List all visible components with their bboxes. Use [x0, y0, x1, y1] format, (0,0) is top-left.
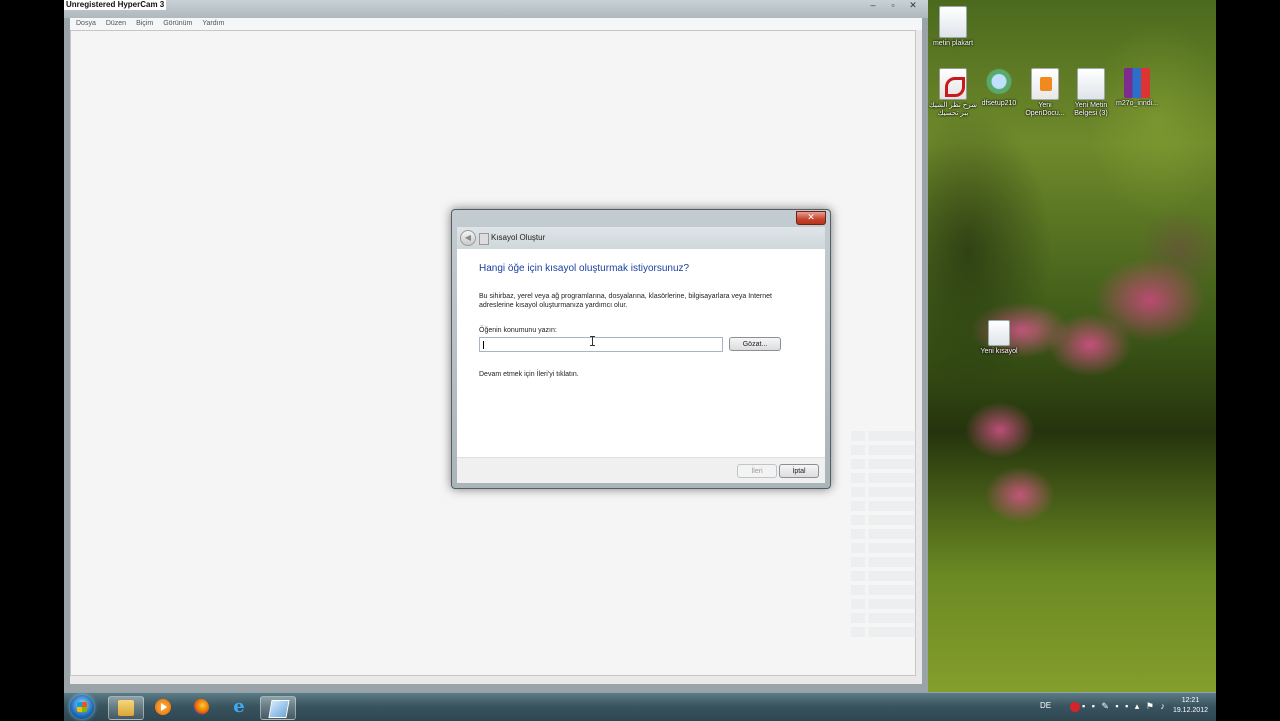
- menu-edit[interactable]: Düzen: [106, 18, 126, 30]
- text-document-icon: [1077, 68, 1105, 100]
- tray-icons[interactable]: ▪ ▪ ✎ ▪ ▪ ▴ ⚑ ♪: [1070, 701, 1167, 712]
- continue-hint: Devam etmek için İleri'yi tıklatın.: [479, 371, 579, 378]
- text-cursor-icon: [590, 336, 596, 346]
- desktop: metin plakart شرح نظر الشيك ببر تحسيك df…: [928, 0, 1216, 720]
- close-button[interactable]: ✕: [904, 0, 922, 12]
- desktop-icon-label: metin plakart: [932, 40, 974, 47]
- clock-time: 12:21: [1181, 697, 1200, 704]
- dialog-close-button[interactable]: ✕: [796, 211, 826, 225]
- horizontal-scrollbar[interactable]: [70, 676, 922, 684]
- shortcut-icon: [479, 233, 489, 245]
- system-tray: DE ▪ ▪ ✎ ▪ ▪ ▴ ⚑ ♪ 12:21 19.12.2012: [1040, 693, 1216, 721]
- taskbar-firefox[interactable]: [184, 696, 218, 718]
- dialog-description: Bu sihirbaz, yerel veya ağ programlarına…: [479, 293, 772, 309]
- opendocument-icon: [1031, 68, 1059, 100]
- desktop-icon-label: Yeni OpenDocu...: [1025, 102, 1065, 117]
- desktop-icon[interactable]: m27o_inndi...: [1112, 68, 1162, 108]
- folder-icon: [118, 700, 134, 716]
- next-button[interactable]: İleri: [737, 464, 777, 478]
- browse-button[interactable]: Gözat...: [729, 337, 781, 351]
- desktop-icon[interactable]: Yeni kısayol: [974, 320, 1024, 356]
- desktop-icon[interactable]: dfsetup210: [974, 68, 1024, 108]
- location-label: Öğenin konumunu yazın:: [479, 327, 557, 334]
- shortcut-icon: [988, 320, 1010, 346]
- back-arrow-icon[interactable]: ◀: [460, 230, 476, 246]
- menu-view[interactable]: Görünüm: [163, 18, 192, 30]
- taskbar: e DE ▪ ▪ ✎ ▪ ▪ ▴ ⚑ ♪ 12:21 19.12.2012: [64, 692, 1216, 721]
- dialog-title: Kısayol Oluştur: [491, 233, 546, 242]
- desktop-icon-label: m27o_inndi...: [1115, 100, 1159, 107]
- taskbar-explorer[interactable]: [108, 696, 144, 720]
- clock-date: 19.12.2012: [1172, 707, 1208, 714]
- desktop-icon-label: شرح نظر الشيك ببر تحسيك: [928, 102, 978, 117]
- ghost-overlay: [851, 431, 921, 641]
- desktop-icon-label: Yeni Metin Belgesi (3): [1074, 102, 1108, 117]
- dialog-body: Hangi öğe için kısayol oluşturmak istiyo…: [457, 249, 825, 457]
- record-icon[interactable]: [1070, 701, 1080, 712]
- taskbar-media-player[interactable]: [146, 696, 180, 718]
- media-player-icon: [155, 699, 171, 715]
- desktop-icon-label: dfsetup210: [981, 100, 1017, 107]
- document-icon: [939, 6, 967, 38]
- create-shortcut-dialog: ✕ ◀ Kısayol Oluştur Hangi öğe için kısay…: [451, 209, 831, 489]
- firefox-icon: [193, 699, 209, 715]
- dialog-heading: Hangi öğe için kısayol oluşturmak istiyo…: [479, 263, 690, 274]
- installer-icon: [986, 68, 1012, 98]
- taskbar-ie[interactable]: e: [222, 696, 256, 718]
- dialog-footer: İleri İptal: [457, 457, 825, 483]
- dialog-header: ◀ Kısayol Oluştur: [457, 227, 825, 249]
- window-icon: [268, 700, 290, 718]
- start-button[interactable]: [70, 695, 94, 719]
- menu-help[interactable]: Yardım: [202, 18, 224, 30]
- pdf-icon: [939, 68, 967, 100]
- menu-file[interactable]: Dosya: [76, 18, 96, 30]
- clock[interactable]: 12:21 19.12.2012: [1173, 696, 1208, 716]
- maximize-button[interactable]: ▫: [884, 0, 902, 12]
- desktop-icon[interactable]: metin plakart: [928, 6, 978, 48]
- location-input[interactable]: [479, 337, 723, 352]
- ie-icon: e: [233, 696, 245, 717]
- recorder-watermark: Unregistered HyperCam 3: [64, 0, 167, 10]
- minimize-button[interactable]: ‒: [864, 0, 882, 12]
- desktop-icon[interactable]: Yeni Metin Belgesi (3): [1066, 68, 1116, 118]
- taskbar-window[interactable]: [260, 696, 296, 720]
- archive-icon: [1124, 68, 1150, 98]
- desktop-icon[interactable]: شرح نظر الشيك ببر تحسيك: [928, 68, 978, 118]
- menu-format[interactable]: Biçim: [136, 18, 153, 30]
- language-indicator[interactable]: DE: [1040, 701, 1051, 710]
- desktop-icon[interactable]: Yeni OpenDocu...: [1020, 68, 1070, 118]
- vertical-scrollbar[interactable]: [916, 30, 922, 676]
- window-controls: ‒ ▫ ✕: [864, 0, 922, 12]
- cancel-button[interactable]: İptal: [779, 464, 819, 478]
- menu-bar: Dosya Düzen Biçim Görünüm Yardım: [70, 18, 922, 30]
- window-titlebar[interactable]: ‒ ▫ ✕: [64, 0, 928, 18]
- desktop-icon-label: Yeni kısayol: [980, 348, 1018, 355]
